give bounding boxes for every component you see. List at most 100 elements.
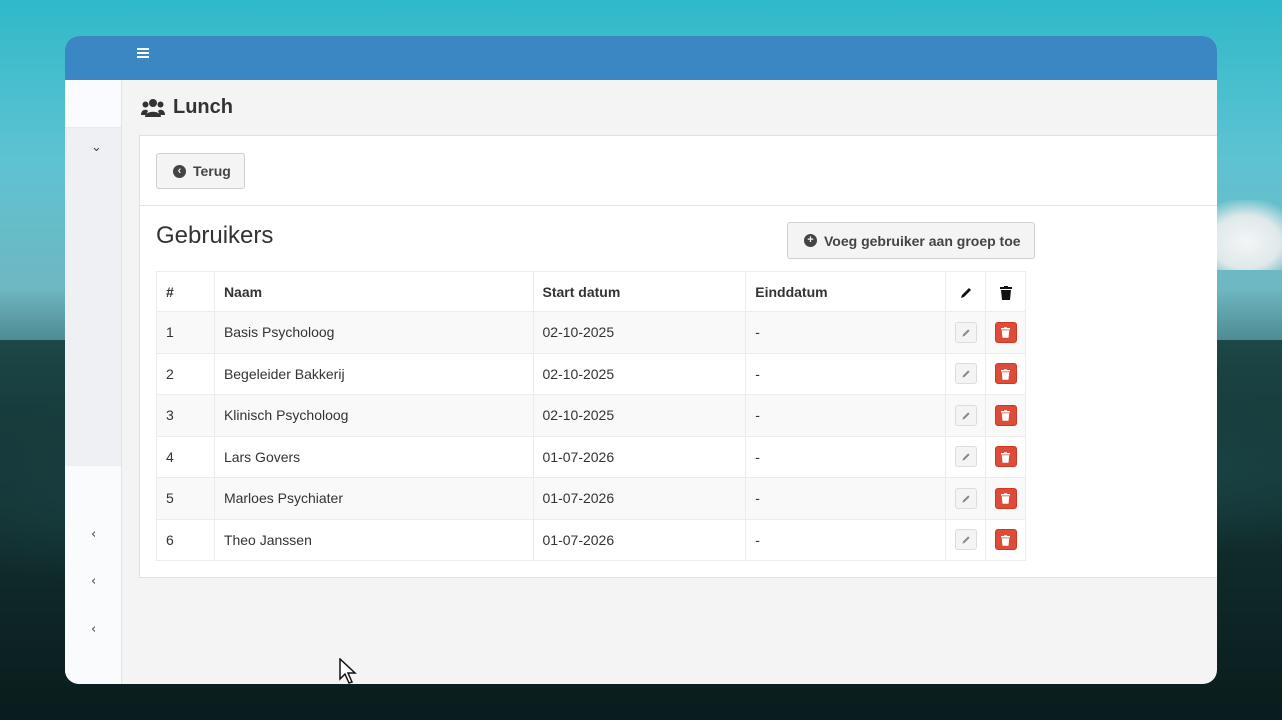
cell-edit xyxy=(945,477,986,520)
pencil-icon xyxy=(961,453,970,461)
top-navbar xyxy=(65,36,1217,80)
edit-button[interactable] xyxy=(954,529,977,551)
sidebar-menu-section xyxy=(65,128,121,466)
edit-button[interactable] xyxy=(954,446,977,468)
cell-edit xyxy=(945,435,986,478)
cell-start-datum: 02-10-2025 xyxy=(532,394,747,437)
panel-toolbar: ‹ Terug xyxy=(140,136,1217,206)
cell-start-datum: 01-07-2026 xyxy=(532,477,747,520)
section-title: Gebruikers xyxy=(156,222,274,249)
cell-einddatum: - xyxy=(745,477,947,520)
page-title: Lunch xyxy=(141,96,233,119)
pencil-icon xyxy=(961,536,970,544)
back-button-label: Terug xyxy=(193,163,231,179)
pencil-icon xyxy=(961,329,970,337)
chevron-down-icon[interactable]: ⌄ xyxy=(91,140,102,155)
header-naam: Naam xyxy=(213,271,534,312)
header-edit xyxy=(945,271,986,312)
add-user-button[interactable]: + Voeg gebruiker aan groep toe xyxy=(787,222,1035,259)
hamburger-icon[interactable] xyxy=(137,46,151,60)
delete-button[interactable] xyxy=(994,446,1017,468)
trash-icon xyxy=(1001,327,1010,339)
sidebar: ⌄ ‹ ‹ ‹ xyxy=(65,80,122,684)
sidebar-header xyxy=(65,80,121,128)
cell-num: 4 xyxy=(156,435,215,478)
table-row: 4 Lars Govers 01-07-2026 - xyxy=(156,435,1026,478)
cell-delete xyxy=(985,394,1026,437)
edit-button[interactable] xyxy=(954,363,977,385)
cell-naam: Lars Govers xyxy=(213,435,534,478)
cell-num: 6 xyxy=(156,518,215,561)
cell-naam: Theo Janssen xyxy=(213,518,534,561)
cell-delete xyxy=(985,435,1026,478)
delete-button[interactable] xyxy=(994,404,1017,426)
cell-edit xyxy=(945,518,986,561)
cell-delete xyxy=(985,518,1026,561)
cell-delete xyxy=(985,311,1026,354)
table-row: 2 Begeleider Bakkerij 02-10-2025 - xyxy=(156,352,1026,395)
cell-naam: Marloes Psychiater xyxy=(213,477,534,520)
cell-num: 3 xyxy=(156,394,215,437)
trash-icon xyxy=(1001,452,1010,463)
cell-edit xyxy=(945,311,986,354)
cell-start-datum: 02-10-2025 xyxy=(532,311,747,354)
pencil-icon xyxy=(961,370,970,378)
cell-delete xyxy=(985,477,1026,520)
chevron-left-icon[interactable]: ‹ xyxy=(91,574,96,589)
users-icon xyxy=(141,98,165,117)
cell-einddatum: - xyxy=(745,352,947,395)
edit-button[interactable] xyxy=(954,404,977,426)
trash-icon xyxy=(1001,493,1010,505)
cell-num: 1 xyxy=(156,311,215,354)
add-user-button-label: Voeg gebruiker aan groep toe xyxy=(824,232,1021,249)
header-start-datum: Start datum xyxy=(532,271,747,312)
arrow-circle-left-icon: ‹ xyxy=(173,164,186,178)
group-panel: ‹ Terug Gebruikers + Voeg gebruiker aan … xyxy=(139,135,1217,578)
users-table: # Naam Start datum Einddatum 1 Basis Psy… xyxy=(156,271,1026,561)
header-delete xyxy=(985,271,1026,312)
cell-start-datum: 01-07-2026 xyxy=(532,518,747,561)
cell-einddatum: - xyxy=(745,394,947,437)
edit-button[interactable] xyxy=(954,321,977,343)
delete-button[interactable] xyxy=(994,321,1017,343)
cell-naam: Basis Psycholoog xyxy=(213,311,534,354)
cell-einddatum: - xyxy=(745,518,947,561)
pencil-icon xyxy=(960,287,971,298)
delete-button[interactable] xyxy=(994,487,1017,509)
cell-start-datum: 02-10-2025 xyxy=(532,352,747,395)
edit-button[interactable] xyxy=(954,487,977,509)
cell-einddatum: - xyxy=(745,311,947,354)
cell-naam: Klinisch Psycholoog xyxy=(213,394,534,437)
header-einddatum: Einddatum xyxy=(745,271,947,312)
chevron-left-icon[interactable]: ‹ xyxy=(91,527,96,542)
app-window: ⌄ ‹ ‹ ‹ Lunch ‹ Terug Gebruikers + Voeg … xyxy=(65,36,1217,684)
header-num: # xyxy=(156,271,215,312)
cell-num: 2 xyxy=(156,352,215,395)
table-row: 5 Marloes Psychiater 01-07-2026 - xyxy=(156,477,1026,520)
cell-start-datum: 01-07-2026 xyxy=(532,435,747,478)
cell-num: 5 xyxy=(156,477,215,520)
cell-edit xyxy=(945,394,986,437)
table-row: 1 Basis Psycholoog 02-10-2025 - xyxy=(156,311,1026,354)
table-header-row: # Naam Start datum Einddatum xyxy=(156,271,1026,312)
pencil-icon xyxy=(961,412,970,420)
back-button[interactable]: ‹ Terug xyxy=(156,153,245,189)
table-row: 3 Klinisch Psycholoog 02-10-2025 - xyxy=(156,394,1026,437)
trash-icon xyxy=(1001,535,1010,546)
chevron-left-icon[interactable]: ‹ xyxy=(91,622,96,637)
trash-icon xyxy=(1001,369,1010,380)
mouse-cursor-icon xyxy=(339,658,357,684)
delete-button[interactable] xyxy=(994,529,1017,551)
plus-circle-icon: + xyxy=(804,234,817,247)
page-title-text: Lunch xyxy=(173,96,233,118)
table-row: 6 Theo Janssen 01-07-2026 - xyxy=(156,518,1026,561)
main-content: Lunch ‹ Terug Gebruikers + Voeg gebruike… xyxy=(122,80,1217,684)
delete-button[interactable] xyxy=(994,363,1017,385)
pencil-icon xyxy=(961,495,970,503)
cell-edit xyxy=(945,352,986,395)
trash-icon xyxy=(1001,410,1010,422)
cell-naam: Begeleider Bakkerij xyxy=(213,352,534,395)
cell-einddatum: - xyxy=(745,435,947,478)
trash-icon xyxy=(999,285,1012,300)
cell-delete xyxy=(985,352,1026,395)
